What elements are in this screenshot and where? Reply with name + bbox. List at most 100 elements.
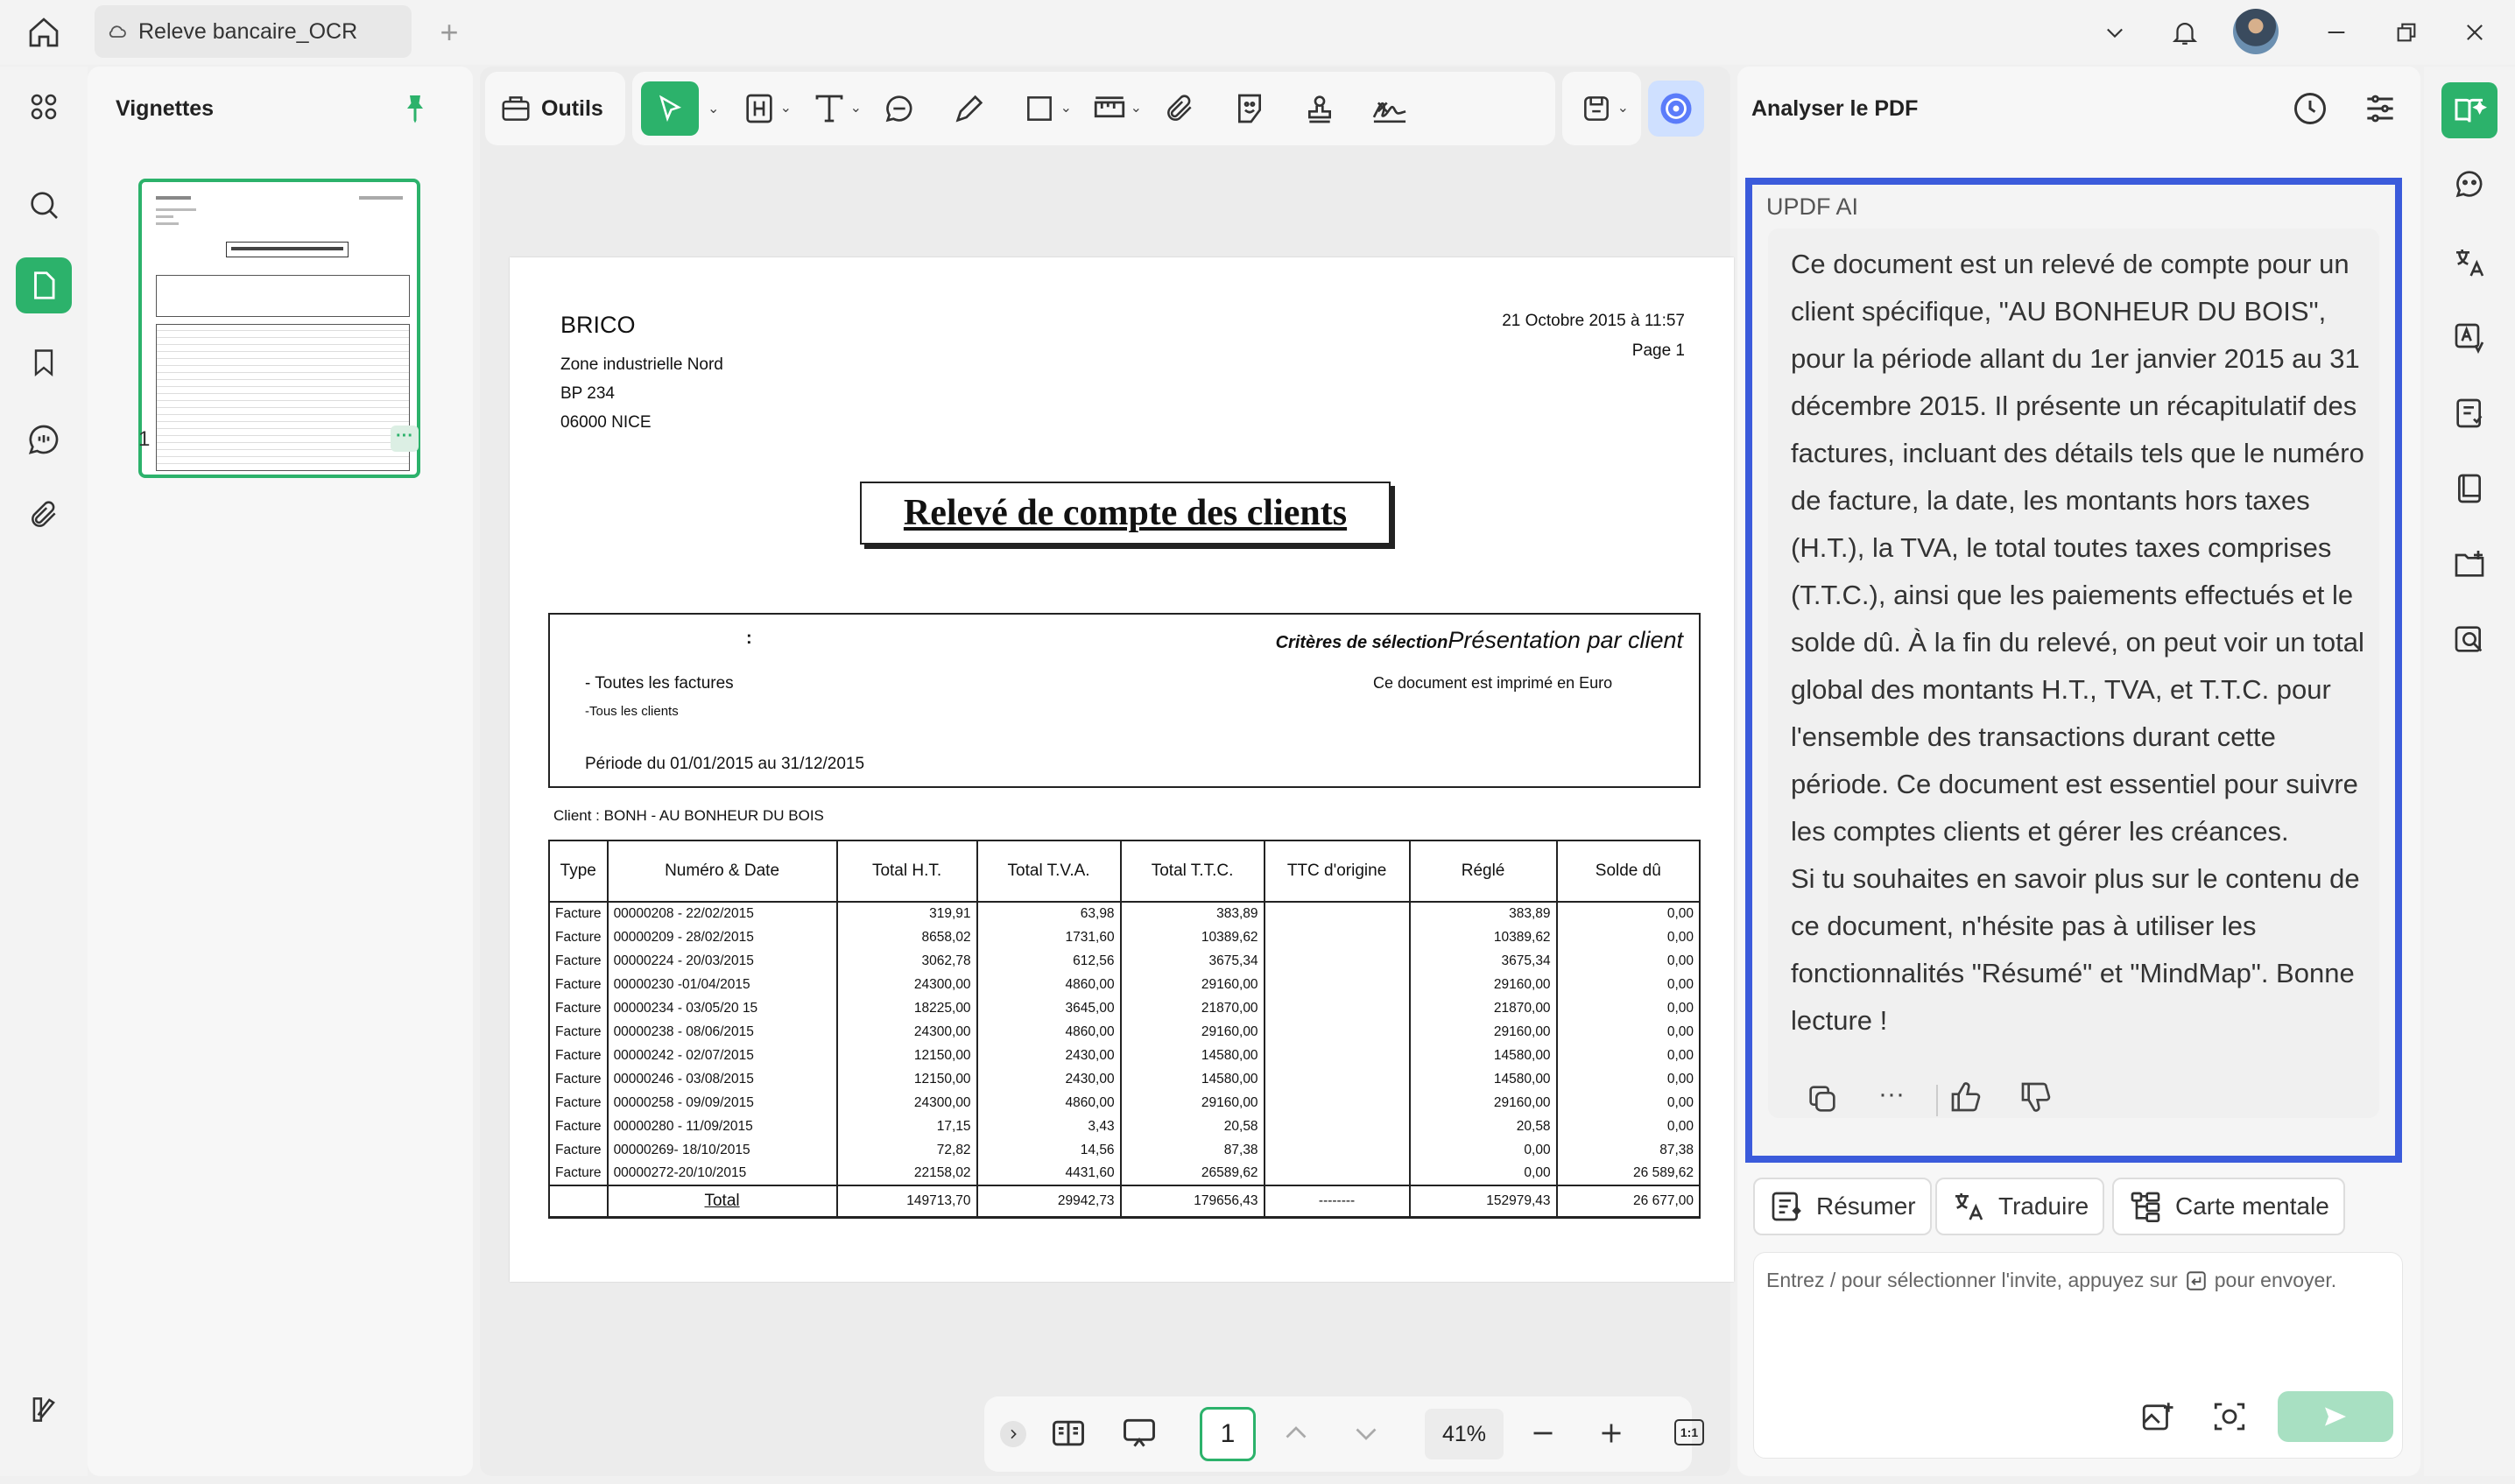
text-icon[interactable]: ⌄ xyxy=(799,78,862,139)
close-icon[interactable] xyxy=(2455,12,2495,53)
page-number-input[interactable]: 1 xyxy=(1200,1407,1256,1461)
translate-button[interactable]: Traduire xyxy=(1935,1178,2105,1235)
folder-icon[interactable] xyxy=(2443,538,2496,590)
row-amount: 0,00 xyxy=(1555,949,1701,973)
restore-icon[interactable] xyxy=(2386,12,2427,53)
chevron-down-icon[interactable] xyxy=(2095,12,2135,53)
ai-icon[interactable] xyxy=(1648,81,1704,137)
send-icon xyxy=(2321,1403,2349,1431)
row-amount: 63,98 xyxy=(976,902,1122,925)
row-invoice: 00000224 - 20/03/2015 xyxy=(606,949,838,973)
row-invoice: 00000208 - 22/02/2015 xyxy=(606,902,838,925)
pen-icon[interactable] xyxy=(939,78,1000,139)
settings-icon[interactable] xyxy=(2361,89,2399,128)
row-amount xyxy=(1263,925,1411,949)
chevron-down-icon[interactable]: ⌄ xyxy=(708,100,720,117)
row-amount: 26 589,62 xyxy=(1555,1162,1701,1185)
sticker-icon[interactable] xyxy=(1219,78,1280,139)
actual-size-button[interactable]: 1:1 xyxy=(1674,1419,1704,1445)
ai-assistant-icon[interactable] xyxy=(2441,82,2497,138)
image-upload-icon[interactable] xyxy=(2139,1398,2176,1435)
ai-answer-paragraph: Ce document est un relevé de compte pour… xyxy=(1791,249,2364,847)
row-amount xyxy=(1263,949,1411,973)
row-amount: 29160,00 xyxy=(1408,1091,1558,1115)
chevron-down-icon[interactable] xyxy=(1350,1417,1382,1449)
stamp-icon[interactable] xyxy=(1289,78,1350,139)
grid-icon[interactable] xyxy=(16,79,72,135)
tools-button[interactable]: Outils xyxy=(485,72,625,145)
document-tab[interactable]: Releve bancaire_OCR xyxy=(95,5,412,58)
presentation-icon[interactable] xyxy=(1119,1414,1159,1452)
more-button[interactable]: ··· xyxy=(1878,1080,1905,1109)
minimize-icon[interactable] xyxy=(2316,12,2356,53)
page-icon[interactable] xyxy=(16,257,72,313)
thumbs-up-icon[interactable] xyxy=(1948,1080,1983,1115)
two-page-view-icon[interactable] xyxy=(1049,1414,1088,1452)
thumbnail-panel: Vignettes 1 ··· xyxy=(88,67,473,1476)
row-amount: 0,00 xyxy=(1555,1020,1701,1044)
heading-icon[interactable]: ⌄ xyxy=(729,78,792,139)
home-icon[interactable] xyxy=(19,11,68,54)
panel-icon[interactable] xyxy=(16,1382,72,1438)
total-cell xyxy=(548,1185,609,1219)
rectangle-icon[interactable]: ⌄ xyxy=(1009,78,1072,139)
thumbnail-page-number: 1 xyxy=(138,427,151,451)
signature-icon[interactable] xyxy=(1359,78,1420,139)
form-icon[interactable] xyxy=(2443,387,2496,440)
period: Période du 01/01/2015 au 31/12/2015 xyxy=(585,755,865,773)
chat-ai-icon[interactable] xyxy=(2443,158,2496,210)
row-invoice: 00000272-20/10/2015 xyxy=(606,1162,838,1185)
comment-icon[interactable] xyxy=(869,78,930,139)
table-row: Facture 00000258 - 09/09/2015 24300,00 4860… xyxy=(548,1091,1701,1115)
tools-label: Outils xyxy=(541,95,603,121)
measure-icon[interactable]: ⌄ xyxy=(1079,78,1142,139)
attachment-icon[interactable] xyxy=(1149,78,1210,139)
row-amount: 20,58 xyxy=(1408,1115,1558,1138)
left-rail xyxy=(0,67,88,1476)
mindmap-button[interactable]: Carte mentale xyxy=(2112,1178,2345,1235)
cursor-icon[interactable] xyxy=(641,81,699,136)
total-row: Total 149713,70 29942,73 179656,43 -----… xyxy=(548,1185,1701,1219)
chevron-right-icon[interactable] xyxy=(1000,1421,1026,1447)
zoom-in-icon[interactable] xyxy=(1596,1417,1627,1449)
chevron-up-icon[interactable] xyxy=(1280,1417,1312,1449)
page-thumbnail[interactable] xyxy=(138,179,420,478)
row-amount: 3062,78 xyxy=(835,949,978,973)
search-icon[interactable] xyxy=(16,177,72,233)
bell-icon[interactable] xyxy=(2163,11,2207,54)
prompt-placeholder: Entrez / pour sélectionner l'invite, app… xyxy=(1766,1269,2336,1292)
row-amount xyxy=(1263,1138,1411,1162)
ocr-icon[interactable] xyxy=(2443,312,2496,364)
briefcase-icon xyxy=(499,92,532,125)
row-amount: 87,38 xyxy=(1555,1138,1701,1162)
screenshot-icon[interactable] xyxy=(2211,1398,2248,1435)
copy-icon[interactable] xyxy=(1805,1081,1840,1116)
row-invoice: 00000280 - 11/09/2015 xyxy=(606,1115,838,1138)
total-cell: 179656,43 xyxy=(1119,1185,1265,1219)
zoom-out-icon[interactable] xyxy=(1527,1417,1559,1449)
attachment-icon[interactable] xyxy=(16,487,72,543)
bookmark-icon[interactable] xyxy=(16,334,72,390)
book-icon[interactable] xyxy=(2443,462,2496,515)
column-header: Total H.T. xyxy=(835,840,978,903)
search-document-icon[interactable] xyxy=(2443,613,2496,665)
row-amount: 0,00 xyxy=(1555,1067,1701,1091)
criteria-colon: : xyxy=(746,629,752,648)
pin-icon[interactable] xyxy=(399,91,431,126)
row-amount: 3675,34 xyxy=(1119,949,1265,973)
thumbs-down-icon[interactable] xyxy=(2018,1080,2054,1115)
summarize-button[interactable]: Résumer xyxy=(1753,1178,1932,1235)
avatar[interactable] xyxy=(2233,9,2279,54)
send-button[interactable] xyxy=(2278,1391,2393,1442)
ai-panel-title: Analyser le PDF xyxy=(1751,96,1919,121)
history-icon[interactable] xyxy=(2291,89,2329,128)
translate-icon[interactable] xyxy=(2443,236,2496,289)
comment-icon[interactable] xyxy=(16,411,72,468)
row-amount: 8658,02 xyxy=(835,925,978,949)
new-tab-button[interactable]: + xyxy=(429,12,469,53)
thumbnail-more-button[interactable]: ··· xyxy=(391,426,419,452)
prompt-input[interactable]: Entrez / pour sélectionner l'invite, app… xyxy=(1753,1252,2403,1459)
zoom-level[interactable]: 41% xyxy=(1425,1409,1504,1459)
total-cell: 26 677,00 xyxy=(1555,1185,1701,1219)
save-icon[interactable]: ⌄ xyxy=(1566,78,1629,139)
